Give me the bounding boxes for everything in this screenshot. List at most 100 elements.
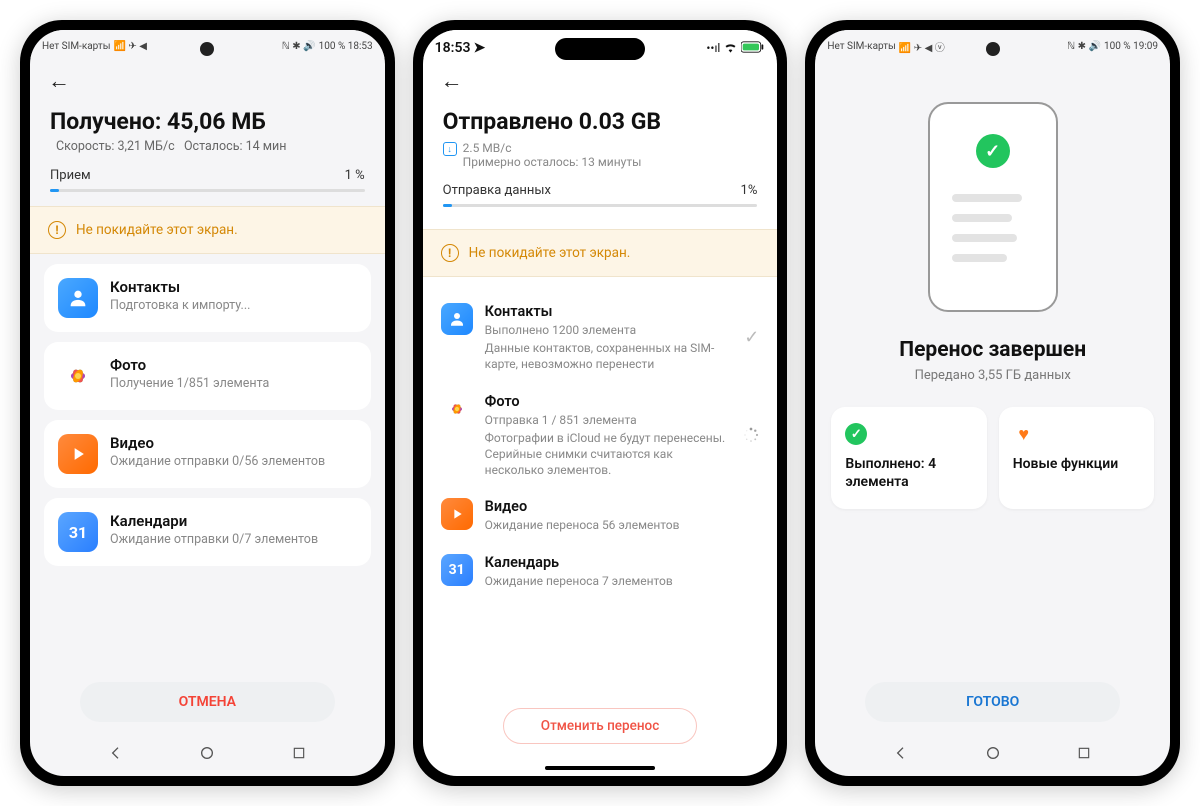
screen-1: Нет SIM-карты 📶 ✈ ◀ ℕ ✱ 🔊 100 % 18:53 ← … bbox=[30, 30, 385, 776]
item-title: Контакты bbox=[485, 303, 733, 320]
item-title: Фото bbox=[485, 393, 732, 410]
data-item-contacts: Контакты Подготовка к импорту... bbox=[44, 264, 371, 332]
back-arrow-icon[interactable]: ← bbox=[48, 68, 70, 94]
battery-icon bbox=[741, 41, 765, 56]
done-button[interactable]: ГОТОВО bbox=[865, 682, 1120, 722]
signal-icon: ••ıl bbox=[706, 41, 720, 55]
item-desc: Ожидание отправки 0/7 элементов bbox=[110, 532, 357, 549]
status-left: Нет SIM-карты 📶 ✈ ◀ bbox=[42, 41, 147, 52]
item-sub: Ожидание переноса 56 элементов bbox=[485, 517, 760, 533]
data-item-calendar: 31 Календарь Ожидание переноса 7 элемент… bbox=[423, 544, 778, 599]
illustration-line bbox=[952, 214, 1012, 222]
progress-percent: 1% bbox=[741, 183, 758, 198]
tile-title: Выполнено: 4 элемента bbox=[845, 455, 972, 491]
nav-back-icon[interactable] bbox=[107, 744, 125, 762]
status-right: ℕ ✱ 🔊 100 % 18:53 bbox=[282, 41, 373, 52]
phone-frame-3: Нет SIM-карты 📶 ✈ ◀ ⓥ ℕ ✱ 🔊 100 % 19:09 … bbox=[805, 20, 1180, 786]
video-icon bbox=[58, 434, 98, 474]
contacts-icon bbox=[58, 278, 98, 318]
nav-recents-icon[interactable] bbox=[290, 744, 308, 762]
item-title: Календари bbox=[110, 512, 357, 530]
status-right: ℕ ✱ 🔊 100 % 19:09 bbox=[1067, 41, 1158, 52]
cancel-button[interactable]: Отменить перенос bbox=[503, 708, 698, 744]
illustration-line bbox=[952, 254, 1007, 262]
location-icon: ➤ bbox=[473, 40, 485, 56]
item-title: Контакты bbox=[110, 278, 357, 296]
sub-info: ↓ 2.5 MB/c Примерно осталось: 13 минуты bbox=[423, 137, 778, 169]
status-right: ••ıl bbox=[706, 41, 765, 56]
video-icon bbox=[441, 498, 473, 530]
progress-section: Прием 1 % bbox=[30, 154, 385, 196]
item-desc: Получение 1/851 элемента bbox=[110, 376, 357, 393]
cancel-button[interactable]: ОТМЕНА bbox=[80, 682, 335, 722]
screen-2: 18:53 ➤ ••ıl ← Отправлено 0.03 GB ↓ 2.5 … bbox=[423, 30, 778, 776]
data-item-video: Видео Ожидание отправки 0/56 элементов bbox=[44, 420, 371, 488]
item-title: Видео bbox=[110, 434, 357, 452]
progress-percent: 1 % bbox=[345, 168, 365, 183]
item-title: Фото bbox=[110, 356, 357, 374]
speed-label: 2.5 MB/c bbox=[463, 141, 642, 155]
progress-bar bbox=[50, 189, 365, 192]
contacts-icon bbox=[441, 303, 473, 335]
item-title: Календарь bbox=[485, 554, 760, 571]
no-sim-text: Нет SIM-карты bbox=[42, 41, 110, 52]
page-title: Получено: 45,06 МБ bbox=[30, 100, 385, 137]
data-item-video: Видео Ожидание переноса 56 элементов bbox=[423, 488, 778, 543]
home-indicator[interactable] bbox=[423, 754, 778, 776]
warning-banner: ! Не покидайте этот экран. bbox=[30, 206, 385, 254]
battery-text: 100 % 18:53 bbox=[319, 41, 373, 52]
data-item-photos: Фото Получение 1/851 элемента bbox=[44, 342, 371, 410]
loading-spinner-icon bbox=[743, 427, 759, 443]
data-list: Контакты Выполнено 1200 элемента Данные … bbox=[423, 287, 778, 698]
item-sub: Ожидание переноса 7 элементов bbox=[485, 573, 760, 589]
status-icons-left: 📶 ✈ ◀ bbox=[113, 41, 146, 52]
item-note: Данные контактов, сохраненных на SIM-кар… bbox=[485, 340, 733, 372]
photos-icon bbox=[58, 356, 98, 396]
progress-label: Отправка данных bbox=[443, 183, 551, 198]
success-illustration: ✓ bbox=[928, 102, 1058, 312]
item-sub: Отправка 1 / 851 элемента bbox=[485, 412, 732, 428]
calendar-icon: 31 bbox=[441, 554, 473, 586]
progress-fill bbox=[443, 204, 452, 207]
item-note: Фотографии в iCloud не будут перенесены.… bbox=[485, 430, 732, 479]
wifi-icon bbox=[723, 41, 738, 56]
camera-hole bbox=[986, 42, 1000, 56]
nav-back-icon[interactable] bbox=[892, 744, 910, 762]
progress-bar bbox=[443, 204, 758, 207]
progress-fill bbox=[50, 189, 59, 192]
page-title: Перенос завершен bbox=[815, 338, 1170, 362]
check-icon: ✓ bbox=[845, 423, 867, 445]
photos-icon bbox=[441, 393, 473, 425]
warning-text: Не покидайте этот экран. bbox=[469, 245, 631, 261]
warning-banner: ! Не покидайте этот экран. bbox=[423, 229, 778, 277]
heart-icon: ♥ bbox=[1013, 423, 1035, 445]
status-left: Нет SIM-карты 📶 ✈ ◀ ⓥ bbox=[827, 39, 944, 54]
checkmark-icon: ✓ bbox=[744, 327, 759, 348]
nav-recents-icon[interactable] bbox=[1075, 744, 1093, 762]
progress-label: Прием bbox=[50, 168, 91, 183]
tile-new-features[interactable]: ♥ Новые функции bbox=[999, 407, 1154, 509]
item-title: Видео bbox=[485, 498, 760, 515]
nav-bar bbox=[30, 736, 385, 776]
back-arrow-icon[interactable]: ← bbox=[441, 68, 463, 94]
illustration-line bbox=[952, 194, 1022, 202]
speed-remaining: Скорость: 3,21 МБ/с Осталось: 14 мин bbox=[30, 137, 385, 154]
tile-completed[interactable]: ✓ Выполнено: 4 элемента bbox=[831, 407, 986, 509]
progress-section: Отправка данных 1% bbox=[423, 169, 778, 211]
data-item-contacts: Контакты Выполнено 1200 элемента Данные … bbox=[423, 293, 778, 383]
tiles: ✓ Выполнено: 4 элемента ♥ Новые функции bbox=[815, 383, 1170, 509]
item-desc: Подготовка к импорту... bbox=[110, 298, 357, 315]
no-sim-text: Нет SIM-карты bbox=[827, 41, 895, 52]
phone-frame-1: Нет SIM-карты 📶 ✈ ◀ ℕ ✱ 🔊 100 % 18:53 ← … bbox=[20, 20, 395, 786]
data-item-calendar: 31 Календари Ожидание отправки 0/7 элеме… bbox=[44, 498, 371, 566]
battery-text: 100 % 19:09 bbox=[1104, 41, 1158, 52]
status-time: 18:53 bbox=[435, 40, 471, 56]
warning-icon: ! bbox=[441, 244, 459, 262]
warning-text: Не покидайте этот экран. bbox=[76, 222, 238, 238]
item-sub: Выполнено 1200 элемента bbox=[485, 322, 733, 338]
warning-icon: ! bbox=[48, 221, 66, 239]
nav-home-icon[interactable] bbox=[984, 744, 1002, 762]
item-desc: Ожидание отправки 0/56 элементов bbox=[110, 454, 357, 471]
calendar-icon: 31 bbox=[58, 512, 98, 552]
nav-home-icon[interactable] bbox=[198, 744, 216, 762]
